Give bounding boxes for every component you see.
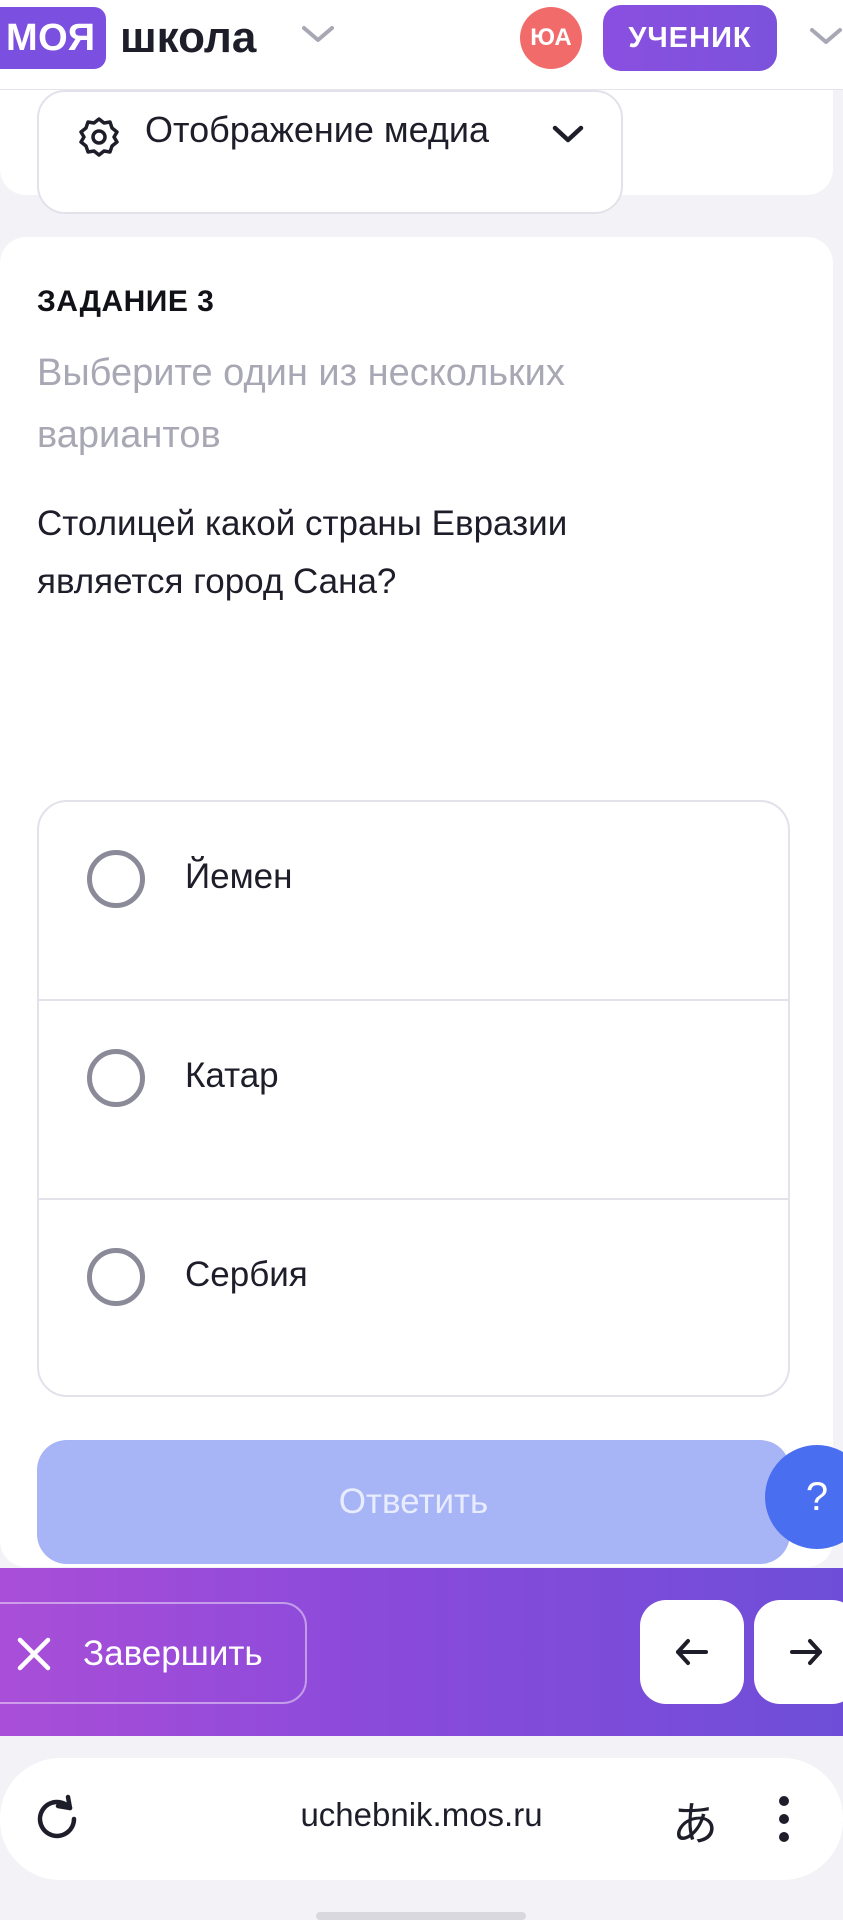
arrow-left-icon [676,1639,708,1665]
option-label: Катар [185,1056,279,1095]
chevron-down-icon[interactable] [808,24,843,53]
radio-button[interactable] [87,1248,145,1306]
media-display-button[interactable]: Отображение медиа [37,90,623,214]
chevron-down-icon[interactable] [300,22,336,51]
avatar[interactable]: ЮА [520,7,582,69]
bottom-action-bar: Завершить [0,1568,843,1736]
next-task-button[interactable] [754,1600,843,1704]
gear-icon [77,115,121,164]
role-switch-button[interactable]: УЧЕНИК [603,5,777,71]
option-label: Сербия [185,1255,308,1294]
close-icon [14,1634,54,1679]
browser-toolbar: uchebnik.mos.ru あ [0,1736,843,1920]
app-header: МОЯ школа ЮА УЧЕНИК [0,0,843,90]
question-text: Столицей какой страны Евразии является г… [37,504,568,601]
radio-button[interactable] [87,850,145,908]
arrow-right-icon [790,1639,822,1665]
media-display-label: Отображение медиа [145,109,490,150]
radio-button[interactable] [87,1049,145,1107]
translate-icon[interactable]: あ [672,1788,718,1854]
option-label: Йемен [185,857,293,896]
submit-answer-button[interactable]: Ответить [37,1440,790,1564]
answer-option[interactable]: Сербия [39,1200,788,1395]
home-indicator [316,1912,526,1920]
address-bar[interactable]: uchebnik.mos.ru あ [0,1758,843,1880]
task-card: ЗАДАНИЕ 3 Выберите один из нескольких ва… [0,237,833,1567]
finish-button[interactable]: Завершить [0,1602,307,1704]
logo-badge[interactable]: МОЯ [0,7,106,69]
finish-label: Завершить [83,1634,263,1673]
more-menu-icon[interactable] [776,1794,792,1849]
answer-option[interactable]: Йемен [39,802,788,1001]
answer-option[interactable]: Катар [39,1001,788,1200]
previous-task-button[interactable] [640,1600,744,1704]
task-hint: Выберите один из нескольких вариантов [37,352,565,456]
task-title: ЗАДАНИЕ 3 [37,285,215,318]
logo-text[interactable]: школа [120,7,256,69]
chevron-down-icon [551,122,585,151]
answer-options: Йемен Катар Сербия [37,800,790,1397]
